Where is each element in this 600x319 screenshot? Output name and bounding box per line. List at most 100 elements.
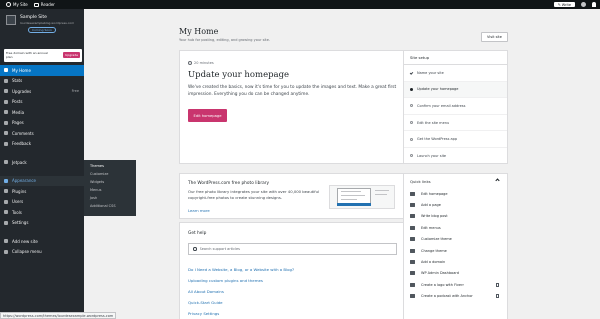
free-badge: Free xyxy=(71,89,79,94)
quick-link-add-domain[interactable]: Add a domain xyxy=(404,256,507,267)
sidebar-item-users[interactable]: Users xyxy=(0,197,84,208)
sidebar-item-tools[interactable]: Tools xyxy=(0,207,84,218)
setup-item-label: Edit the site menu xyxy=(417,120,450,125)
sidebar-item-appearance[interactable]: Appearance xyxy=(0,175,84,186)
reader-button[interactable]: Reader xyxy=(33,2,55,7)
photo-library-description: Our free photo library integrates your s… xyxy=(188,189,320,200)
sidebar-item-pages[interactable]: Pages xyxy=(0,118,84,129)
upgrades-icon xyxy=(4,89,8,94)
upgrade-button[interactable]: Upgrade xyxy=(63,52,80,58)
podcast-icon xyxy=(410,294,415,299)
setup-item-update-homepage[interactable]: Update your homepage xyxy=(404,81,507,99)
task-duration: 20 minutes xyxy=(188,61,214,65)
sidebar-item-label: Plugins xyxy=(12,188,27,194)
quick-link-write-post[interactable]: Write blog post xyxy=(404,211,507,222)
stats-icon xyxy=(4,78,8,83)
circle-icon xyxy=(410,104,413,108)
quick-link-label: Customize theme xyxy=(421,237,452,242)
feedback-icon xyxy=(4,141,8,146)
page-title: My Home xyxy=(179,27,219,36)
edit-homepage-button[interactable]: Edit homepage xyxy=(188,109,227,122)
write-button[interactable]: ✎ Write xyxy=(553,2,575,7)
sidebar-item-label: Collapse menu xyxy=(12,249,42,255)
sidebar-item-feedback[interactable]: Feedback xyxy=(0,139,84,150)
sidebar-item-collapse-menu[interactable]: Collapse menu xyxy=(0,247,84,258)
reader-icon xyxy=(33,2,39,7)
jetpack-icon xyxy=(4,160,8,165)
sidebar-item-my-home[interactable]: My Home xyxy=(0,65,84,76)
quick-link-change-theme[interactable]: Change theme xyxy=(404,245,507,256)
circle-icon xyxy=(410,137,413,141)
task-description: We've created the basics, now it's time … xyxy=(188,85,397,97)
customize-icon xyxy=(410,237,415,242)
clock-icon xyxy=(188,61,192,65)
sidebar-item-posts[interactable]: Posts xyxy=(0,97,84,108)
appearance-icon xyxy=(4,178,8,183)
quick-links-header[interactable]: Quick links xyxy=(404,174,507,188)
sidebar-item-label: Feedback xyxy=(12,141,32,147)
sidebar-item-add-new-site[interactable]: Add new site xyxy=(0,236,84,247)
external-link-icon xyxy=(495,283,499,287)
quick-link-customize-theme[interactable]: Customize theme xyxy=(404,234,507,245)
sidebar-item-media[interactable]: Media xyxy=(0,107,84,118)
quick-link-label: Create a podcast with Anchor xyxy=(421,294,473,299)
quick-link-edit-menus[interactable]: Edit menus xyxy=(404,222,507,233)
help-link[interactable]: Uploading custom plugins and themes xyxy=(188,278,263,283)
site-card[interactable]: Sample Site lourdesexampleblog.wordpress… xyxy=(0,9,84,43)
help-link[interactable]: Do I Need a Website, a Blog, or a Websit… xyxy=(188,267,294,272)
setup-item-name-site[interactable]: Name your site xyxy=(404,65,507,82)
quick-link-edit-homepage[interactable]: Edit homepage xyxy=(404,188,507,199)
menus-icon xyxy=(410,225,415,230)
setup-item-launch-site[interactable]: Launch your site xyxy=(404,148,507,165)
sidebar-item-plugins[interactable]: Plugins xyxy=(0,186,84,197)
setup-item-label: Get the WordPress app xyxy=(417,137,458,142)
sidebar-item-upgrades[interactable]: Upgrades Free xyxy=(0,86,84,97)
sidebar-item-stats[interactable]: Stats xyxy=(0,76,84,87)
circle-icon xyxy=(410,121,413,125)
submenu-item-josh[interactable]: Josh xyxy=(84,194,136,202)
quick-link-add-page[interactable]: Add a page xyxy=(404,199,507,210)
support-search[interactable] xyxy=(188,243,397,255)
sidebar-item-comments[interactable]: Comments xyxy=(0,128,84,139)
circle-icon xyxy=(410,154,413,158)
photo-library-illustration xyxy=(329,185,395,209)
quick-link-label: Edit menus xyxy=(421,225,441,230)
quick-link-anchor-podcast[interactable]: Create a podcast with Anchor xyxy=(404,291,507,302)
my-sites-label: My Site xyxy=(13,2,28,7)
my-sites-button[interactable]: My Site xyxy=(6,2,28,7)
task-title: Update your homepage xyxy=(188,70,290,80)
visit-site-button[interactable]: Visit site xyxy=(481,32,508,42)
sidebar-item-label: Stats xyxy=(12,78,23,84)
sidebar-item-label: Upgrades xyxy=(12,88,32,94)
help-link[interactable]: Privacy Settings xyxy=(188,311,219,316)
submenu-item-menus[interactable]: Menus xyxy=(84,186,136,194)
help-link[interactable]: Quick-Start Guide xyxy=(188,300,223,305)
quick-link-wp-admin[interactable]: WP Admin Dashboard xyxy=(404,268,507,279)
setup-item-edit-menu[interactable]: Edit the site menu xyxy=(404,115,507,132)
current-step-icon xyxy=(410,87,413,91)
avatar[interactable] xyxy=(581,2,586,7)
wordpress-logo-icon xyxy=(6,2,11,7)
submenu-item-themes[interactable]: Themes xyxy=(84,162,136,170)
task-duration-label: 20 minutes xyxy=(194,61,214,65)
quick-link-label: Write blog post xyxy=(421,214,448,219)
site-setup-checklist: Site setup Name your site Update your ho… xyxy=(403,50,508,165)
submenu-item-customize[interactable]: Customize xyxy=(84,170,136,178)
media-icon xyxy=(4,110,8,115)
quick-link-label: Add a domain xyxy=(421,260,446,265)
sidebar-item-settings[interactable]: Settings xyxy=(0,218,84,229)
sidebar-item-jetpack[interactable]: Jetpack xyxy=(0,157,84,168)
setup-item-label: Launch your site xyxy=(417,153,447,158)
pages-icon xyxy=(4,120,8,125)
support-search-input[interactable] xyxy=(199,247,390,251)
learn-more-link[interactable]: Learn more xyxy=(188,208,210,213)
help-link[interactable]: All About Domains xyxy=(188,289,224,294)
setup-item-confirm-email[interactable]: Confirm your email address xyxy=(404,98,507,115)
quick-link-fiverr-logo[interactable]: Create a logo with Fiverr xyxy=(404,279,507,290)
setup-item-get-app[interactable]: Get the WordPress app xyxy=(404,131,507,148)
search-icon xyxy=(193,247,197,251)
upgrade-banner[interactable]: Free domain with an annual plan Upgrade xyxy=(4,49,82,62)
notifications-icon[interactable] xyxy=(592,2,596,7)
submenu-item-additional-css[interactable]: Additional CSS xyxy=(84,202,136,210)
submenu-item-widgets[interactable]: Widgets xyxy=(84,178,136,186)
